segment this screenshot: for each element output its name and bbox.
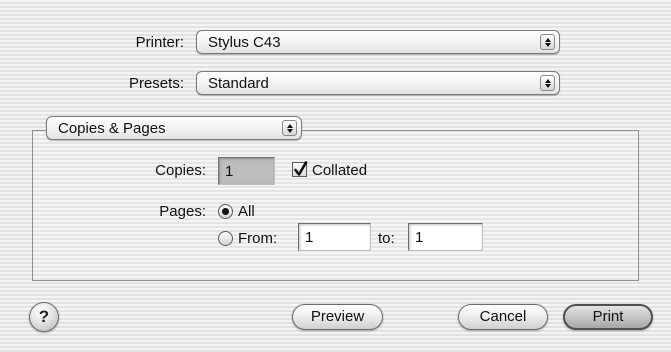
presets-popup-value: Standard <box>208 75 269 92</box>
copies-field[interactable]: 1 <box>218 157 275 185</box>
pages-label: Pages: <box>159 203 206 220</box>
cancel-button[interactable]: Cancel <box>458 304 548 330</box>
copies-field-value: 1 <box>225 163 234 180</box>
help-button[interactable]: ? <box>29 302 59 332</box>
checkmark-icon <box>294 161 308 176</box>
print-button[interactable]: Print <box>563 304 653 330</box>
pages-from-field[interactable]: 1 <box>298 223 371 251</box>
pages-from-radio[interactable] <box>218 231 233 246</box>
pages-to-field[interactable]: 1 <box>408 223 483 251</box>
pages-all-radio[interactable] <box>218 204 233 219</box>
question-mark-icon: ? <box>38 307 50 326</box>
presets-popup[interactable]: Standard <box>196 71 560 95</box>
pages-to-value: 1 <box>415 229 424 246</box>
pages-all-label[interactable]: All <box>238 203 255 220</box>
radio-dot-icon <box>222 208 229 215</box>
pages-from-label[interactable]: From: <box>238 230 277 247</box>
popup-arrows-icon <box>282 120 297 136</box>
pages-to-label: to: <box>378 230 395 247</box>
popup-arrows-icon <box>540 75 555 91</box>
printer-label: Printer: <box>135 34 184 51</box>
copies-label: Copies: <box>155 162 206 179</box>
collated-label[interactable]: Collated <box>312 162 367 179</box>
collated-checkbox[interactable] <box>292 161 308 177</box>
preview-button[interactable]: Preview <box>292 304 383 330</box>
printer-popup-value: Stylus C43 <box>208 34 281 51</box>
presets-label: Presets: <box>128 75 184 92</box>
panel-popup-value: Copies & Pages <box>58 120 166 137</box>
pages-from-value: 1 <box>305 229 314 246</box>
panel-popup[interactable]: Copies & Pages <box>46 116 302 140</box>
printer-popup[interactable]: Stylus C43 <box>196 30 560 54</box>
popup-arrows-icon <box>540 34 555 50</box>
